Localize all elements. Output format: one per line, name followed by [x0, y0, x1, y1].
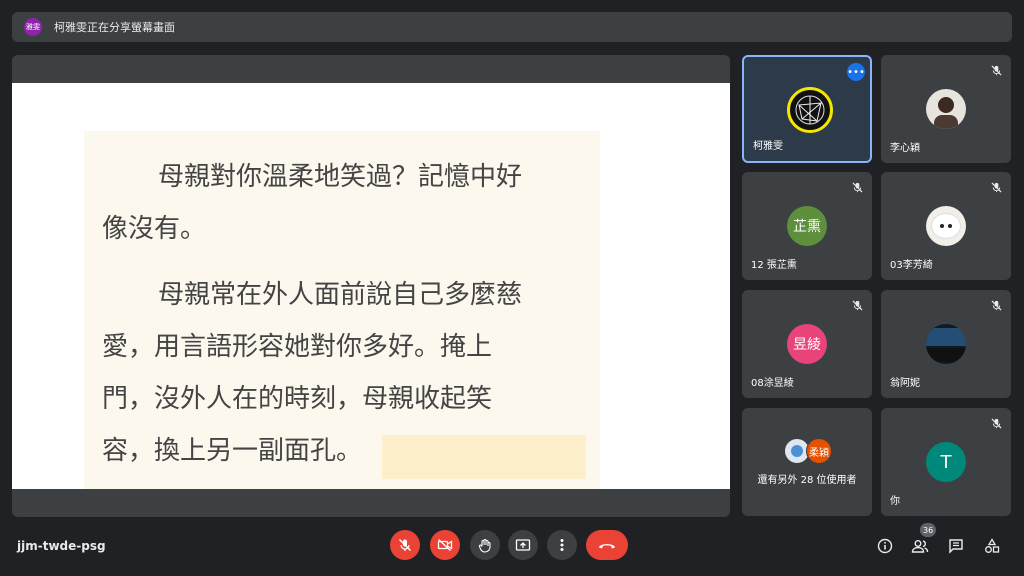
text-line: 母親常在外人面前說自己多麼慈 — [158, 280, 523, 310]
mic-off-icon — [989, 180, 1003, 194]
participant-photo — [926, 89, 966, 129]
present-icon — [515, 539, 531, 551]
mic-off-icon — [989, 416, 1003, 430]
meeting-details-button[interactable] — [873, 534, 897, 558]
shared-screen-top-strip — [12, 55, 730, 83]
participant-tile[interactable]: 昱綾 08涂昱綾 — [742, 290, 872, 398]
presenting-banner: 雅雯 柯雅雯正在分享螢幕畫面 — [12, 12, 1012, 42]
participant-name: 你 — [890, 496, 900, 507]
leave-call-button[interactable] — [586, 530, 628, 560]
chat-icon — [949, 539, 963, 554]
camera-toggle-button[interactable] — [430, 530, 460, 560]
text-line: 容，換上另一副面孔。 — [102, 436, 363, 466]
paragraph-1: 母親對你溫柔地笑過？記憶中好 像沒有。 — [102, 151, 580, 255]
participant-tile[interactable]: 翁阿妮 — [881, 290, 1011, 398]
participant-name: 08涂昱綾 — [751, 378, 794, 389]
activities-button[interactable] — [980, 534, 1004, 558]
participant-name: 03李芳綺 — [890, 260, 933, 271]
participant-tile[interactable]: 李心穎 — [881, 55, 1011, 163]
raise-hand-icon — [478, 538, 491, 553]
text-line: 門，沒外人在的時刻，母親收起笑 — [102, 384, 493, 414]
mic-off-icon — [850, 298, 864, 312]
presenter-avatar: 雅雯 — [24, 18, 42, 36]
participant-initials-avatar: T — [926, 442, 966, 482]
network-logo-icon — [795, 95, 825, 125]
people-button[interactable] — [908, 534, 932, 558]
raise-hand-button[interactable] — [470, 530, 500, 560]
participant-initials-avatar: 芷熏 — [787, 206, 827, 246]
participant-tile[interactable]: ••• 柯雅雯 — [742, 55, 872, 163]
participant-photo — [926, 324, 966, 364]
participant-tile[interactable]: 03李芳綺 — [881, 172, 1011, 280]
camera-off-icon — [437, 538, 453, 552]
mic-off-icon — [989, 63, 1003, 77]
participant-name: 翁阿妮 — [890, 378, 920, 389]
text-line: 像沒有。 — [102, 214, 207, 244]
participant-name: 李心穎 — [890, 143, 920, 154]
people-icon — [911, 540, 929, 553]
mic-toggle-button[interactable] — [390, 530, 420, 560]
shared-screen-bottom-strip — [12, 489, 730, 517]
others-count-label: 還有另外 28 位使用者 — [757, 475, 857, 486]
people-count-badge: 36 — [920, 523, 937, 537]
end-call-icon — [599, 544, 615, 549]
chat-button[interactable] — [944, 534, 968, 558]
shared-document-page: 母親對你溫柔地笑過？記憶中好 像沒有。 母親常在外人面前說自己多麼慈 愛，用言語… — [12, 83, 730, 489]
more-options-icon[interactable]: ••• — [847, 63, 865, 81]
participant-initials-avatar: 柔穎 — [806, 438, 832, 464]
participant-initials-avatar: 昱綾 — [787, 324, 827, 364]
others-tile[interactable]: 柔穎 還有另外 28 位使用者 — [742, 408, 872, 516]
present-now-button[interactable] — [508, 530, 538, 560]
shared-screen[interactable]: 母親對你溫柔地笑過？記憶中好 像沒有。 母親常在外人面前說自己多麼慈 愛，用言語… — [12, 55, 730, 517]
mic-off-icon — [399, 539, 411, 551]
text-highlight — [382, 435, 586, 479]
text-line: 愛，用言語形容她對你多好。掩上 — [102, 332, 493, 362]
control-bar: jjm-twde-psg 36 — [0, 523, 1024, 576]
participant-name: 柯雅雯 — [753, 141, 783, 152]
more-options-button[interactable] — [547, 530, 577, 560]
info-icon — [877, 538, 893, 554]
presenting-text: 柯雅雯正在分享螢幕畫面 — [54, 21, 175, 34]
text-line: 母親對你溫柔地笑過？記憶中好 — [158, 162, 523, 192]
mic-off-icon — [989, 298, 1003, 312]
mic-off-icon — [850, 180, 864, 194]
self-tile[interactable]: T 你 — [881, 408, 1011, 516]
participant-name: 12 張芷熏 — [751, 260, 797, 271]
presenter-logo-avatar — [787, 87, 833, 133]
meeting-code: jjm-twde-psg — [17, 539, 106, 553]
participant-tile[interactable]: 芷熏 12 張芷熏 — [742, 172, 872, 280]
participant-photo — [926, 206, 966, 246]
more-vert-icon — [560, 539, 564, 551]
activities-icon — [985, 538, 1000, 553]
